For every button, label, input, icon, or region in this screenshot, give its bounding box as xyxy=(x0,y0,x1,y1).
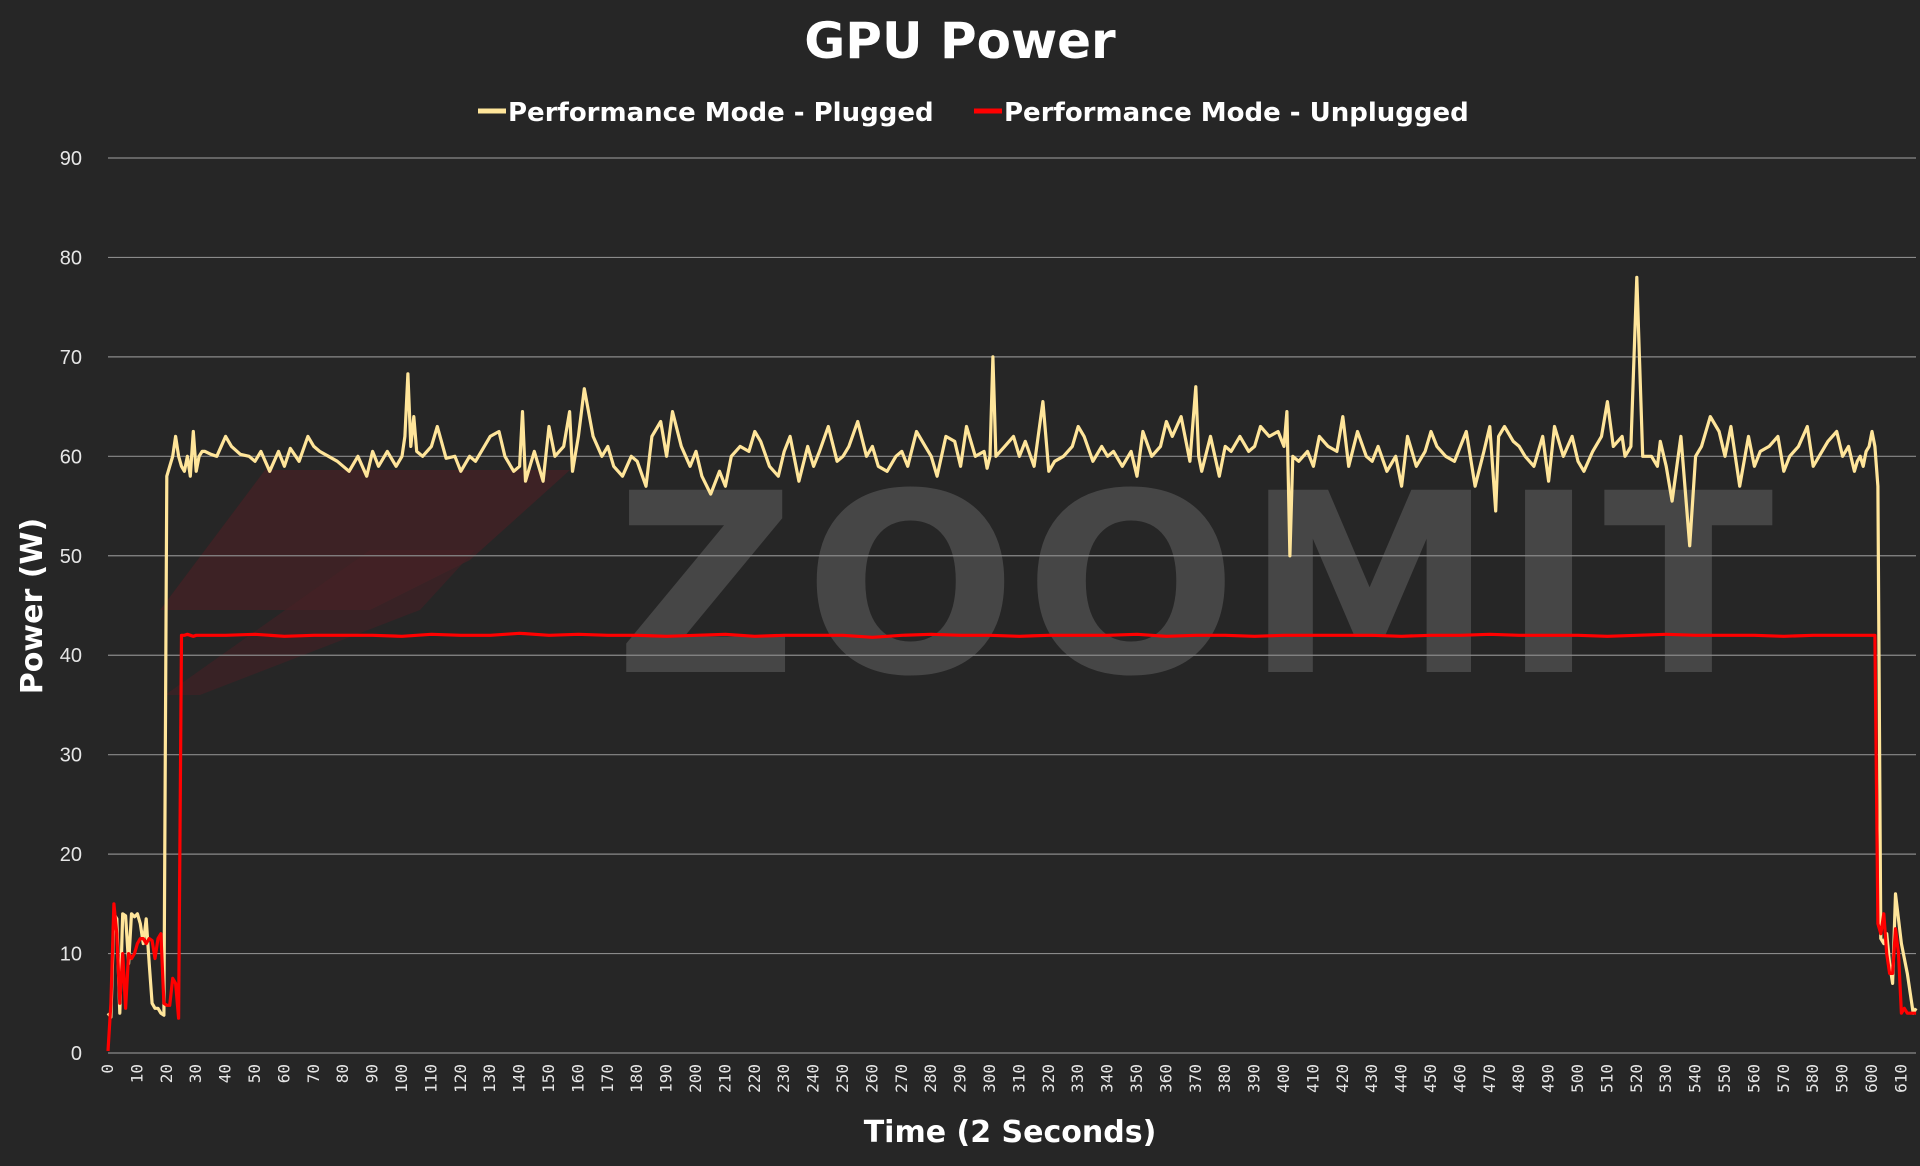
y-tick-label: 70 xyxy=(60,347,82,369)
x-tick-label: 330 xyxy=(1068,1064,1087,1093)
x-tick-label: 190 xyxy=(657,1064,676,1093)
x-tick-label: 600 xyxy=(1862,1064,1881,1093)
x-tick-label: 570 xyxy=(1774,1064,1793,1093)
legend-item-unplugged[interactable]: Performance Mode - Unplugged xyxy=(974,98,1469,128)
x-tick-label: 180 xyxy=(627,1064,646,1093)
x-tick-label: 90 xyxy=(363,1064,382,1083)
x-tick-label: 10 xyxy=(127,1064,146,1083)
x-tick-label: 480 xyxy=(1509,1064,1528,1093)
legend-label-plugged: Performance Mode - Plugged xyxy=(508,98,934,128)
x-tick-label: 210 xyxy=(715,1064,734,1093)
x-tick-label: 250 xyxy=(833,1064,852,1093)
y-tick-label: 90 xyxy=(60,148,82,170)
legend-item-plugged[interactable]: Performance Mode - Plugged xyxy=(478,98,934,128)
x-tick-label: 440 xyxy=(1392,1064,1411,1093)
y-tick-label: 50 xyxy=(60,546,82,568)
x-tick-label: 450 xyxy=(1421,1064,1440,1093)
x-tick-label: 560 xyxy=(1744,1064,1763,1093)
y-tick-label: 80 xyxy=(60,247,82,269)
x-tick-label: 140 xyxy=(510,1064,529,1093)
x-tick-label: 300 xyxy=(980,1064,999,1093)
x-tick-label: 380 xyxy=(1215,1064,1234,1093)
x-tick-label: 60 xyxy=(274,1064,293,1083)
x-tick-label: 520 xyxy=(1627,1064,1646,1093)
x-tick-label: 120 xyxy=(451,1064,470,1093)
x-tick-label: 150 xyxy=(539,1064,558,1093)
x-tick-label: 510 xyxy=(1597,1064,1616,1093)
x-tick-label: 370 xyxy=(1186,1064,1205,1093)
x-tick-label: 340 xyxy=(1098,1064,1117,1093)
x-axis-title: Time (2 Seconds) xyxy=(864,1115,1157,1150)
y-tick-label: 30 xyxy=(60,745,82,767)
x-tick-label: 290 xyxy=(951,1064,970,1093)
x-tick-label: 400 xyxy=(1274,1064,1293,1093)
x-tick-label: 30 xyxy=(186,1064,205,1083)
x-tick-label: 280 xyxy=(921,1064,940,1093)
y-tick-label: 60 xyxy=(60,446,82,468)
y-axis-title: Power (W) xyxy=(15,518,50,694)
y-tick-label: 0 xyxy=(71,1043,82,1065)
watermark-text: ZOOMIT xyxy=(615,440,1782,731)
y-tick-label: 10 xyxy=(60,944,82,966)
x-tick-label: 530 xyxy=(1656,1064,1675,1093)
x-tick-label: 170 xyxy=(598,1064,617,1093)
x-tick-label: 160 xyxy=(568,1064,587,1093)
x-tick-label: 490 xyxy=(1539,1064,1558,1093)
x-tick-label: 0 xyxy=(98,1064,117,1074)
x-tick-label: 410 xyxy=(1303,1064,1322,1093)
x-tick-label: 40 xyxy=(216,1064,235,1083)
legend: Performance Mode - Plugged Performance M… xyxy=(478,98,1469,128)
x-tick-label: 50 xyxy=(245,1064,264,1083)
x-tick-label: 540 xyxy=(1686,1064,1705,1093)
x-tick-label: 460 xyxy=(1450,1064,1469,1093)
y-tick-label: 20 xyxy=(60,844,82,866)
legend-label-unplugged: Performance Mode - Unplugged xyxy=(1004,98,1469,128)
x-tick-label: 320 xyxy=(1039,1064,1058,1093)
x-tick-label: 200 xyxy=(686,1064,705,1093)
x-tick-label: 110 xyxy=(421,1064,440,1093)
x-tick-label: 590 xyxy=(1833,1064,1852,1093)
y-axis-ticks: 0 10 20 30 40 50 60 70 80 90 xyxy=(60,148,82,1065)
x-tick-label: 420 xyxy=(1333,1064,1352,1093)
x-tick-label: 130 xyxy=(480,1064,499,1093)
x-tick-label: 350 xyxy=(1127,1064,1146,1093)
x-tick-label: 70 xyxy=(304,1064,323,1083)
gpu-power-chart: GPU Power Performance Mode - Plugged Per… xyxy=(15,12,1918,1150)
x-tick-label: 270 xyxy=(892,1064,911,1093)
zoomit-watermark: ZOOMIT xyxy=(160,440,1782,731)
x-axis-ticks: 0 10 20 30 40 50 60 70 80 90 100 110 120 130 140 150 160… xyxy=(98,1064,1910,1093)
x-tick-label: 80 xyxy=(333,1064,352,1083)
chart-title: GPU Power xyxy=(804,12,1116,70)
x-tick-label: 430 xyxy=(1362,1064,1381,1093)
y-tick-label: 40 xyxy=(60,645,82,667)
x-tick-label: 390 xyxy=(1245,1064,1264,1093)
x-tick-label: 550 xyxy=(1715,1064,1734,1093)
x-tick-label: 610 xyxy=(1891,1064,1910,1093)
x-tick-label: 100 xyxy=(392,1064,411,1093)
x-tick-label: 500 xyxy=(1568,1064,1587,1093)
x-tick-label: 220 xyxy=(745,1064,764,1093)
x-tick-label: 470 xyxy=(1480,1064,1499,1093)
x-tick-label: 360 xyxy=(1156,1064,1175,1093)
x-tick-label: 240 xyxy=(804,1064,823,1093)
x-tick-label: 580 xyxy=(1803,1064,1822,1093)
x-tick-label: 20 xyxy=(157,1064,176,1083)
x-tick-label: 230 xyxy=(774,1064,793,1093)
x-tick-label: 260 xyxy=(862,1064,881,1093)
x-tick-label: 310 xyxy=(1009,1064,1028,1093)
